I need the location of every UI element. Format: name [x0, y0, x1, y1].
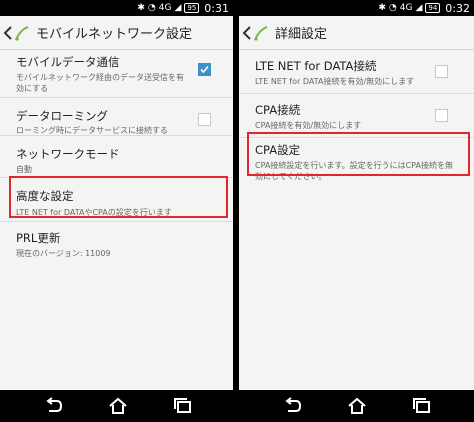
- bluetooth-icon: ✱: [137, 3, 145, 13]
- setting-description: 自動: [16, 165, 32, 174]
- battery-icon: 95: [184, 3, 200, 13]
- wifi-icon: ◔: [388, 3, 397, 13]
- left-screen: ✱ ◔ 4G ◢ 95 0:31 モバイルネットワーク設定 モバイルデータ通信 …: [0, 0, 233, 422]
- nav-home-icon[interactable]: [108, 397, 128, 415]
- status-bar: ✱ ◔ 4G ◢ 94 0:32: [239, 0, 474, 16]
- checkmark-icon: [200, 65, 209, 74]
- nav-recents-icon[interactable]: [412, 397, 432, 415]
- setting-mobile-data[interactable]: モバイルデータ通信 モバイルネットワーク経由のデータ送受信を有 効にする: [0, 50, 233, 98]
- highlight-box: [247, 132, 470, 176]
- nav-back-icon[interactable]: [44, 397, 64, 415]
- page-title: モバイルネットワーク設定: [36, 27, 193, 42]
- page-title: 詳細設定: [275, 27, 328, 42]
- status-time: 0:31: [204, 1, 229, 15]
- back-chevron-icon[interactable]: [2, 23, 14, 43]
- bluetooth-icon: ✱: [378, 3, 386, 13]
- setting-title: PRL更新: [16, 231, 61, 245]
- signal-icon: ◢: [415, 3, 423, 13]
- setting-network-mode[interactable]: ネットワークモード 自動: [0, 136, 233, 178]
- setting-description: 現在のバージョン: 11009: [16, 249, 111, 258]
- right-screen: ✱ ◔ 4G ◢ 94 0:32 詳細設定 LTE NET for DATA接続…: [239, 0, 474, 422]
- action-bar: 詳細設定: [239, 16, 474, 50]
- navigation-bar: [0, 390, 233, 422]
- data-roaming-checkbox[interactable]: [198, 113, 211, 126]
- setting-prl-update[interactable]: PRL更新 現在のバージョン: 11009: [0, 222, 233, 270]
- wifi-icon: ◔: [147, 3, 156, 13]
- setting-lte-net-data[interactable]: LTE NET for DATA接続 LTE NET for DATA接続を有効…: [239, 50, 474, 94]
- battery-icon: 94: [425, 3, 441, 13]
- back-chevron-icon[interactable]: [241, 23, 253, 43]
- nav-back-icon[interactable]: [283, 397, 303, 415]
- status-bar: ✱ ◔ 4G ◢ 95 0:31: [0, 0, 233, 16]
- action-bar: モバイルネットワーク設定: [0, 16, 233, 50]
- lte-net-data-checkbox[interactable]: [435, 65, 448, 78]
- navigation-bar: [239, 390, 474, 422]
- setting-title: ネットワークモード: [16, 147, 120, 161]
- cpa-connection-checkbox[interactable]: [435, 109, 448, 122]
- nav-recents-icon[interactable]: [173, 397, 193, 415]
- status-time: 0:32: [445, 1, 470, 15]
- network-type: 4G: [399, 3, 413, 13]
- app-logo-icon: [15, 25, 29, 41]
- setting-data-roaming[interactable]: データローミング ローミング時にデータサービスに接続する: [0, 98, 233, 136]
- app-logo-icon: [254, 25, 268, 41]
- setting-description-2: 効にする: [16, 84, 49, 93]
- highlight-box: [9, 176, 228, 218]
- signal-icon: ◢: [174, 3, 182, 13]
- mobile-data-checkbox[interactable]: [198, 63, 211, 76]
- nav-home-icon[interactable]: [347, 397, 367, 415]
- network-type: 4G: [158, 3, 172, 13]
- settings-list: モバイルデータ通信 モバイルネットワーク経由のデータ送受信を有 効にする データ…: [0, 50, 233, 270]
